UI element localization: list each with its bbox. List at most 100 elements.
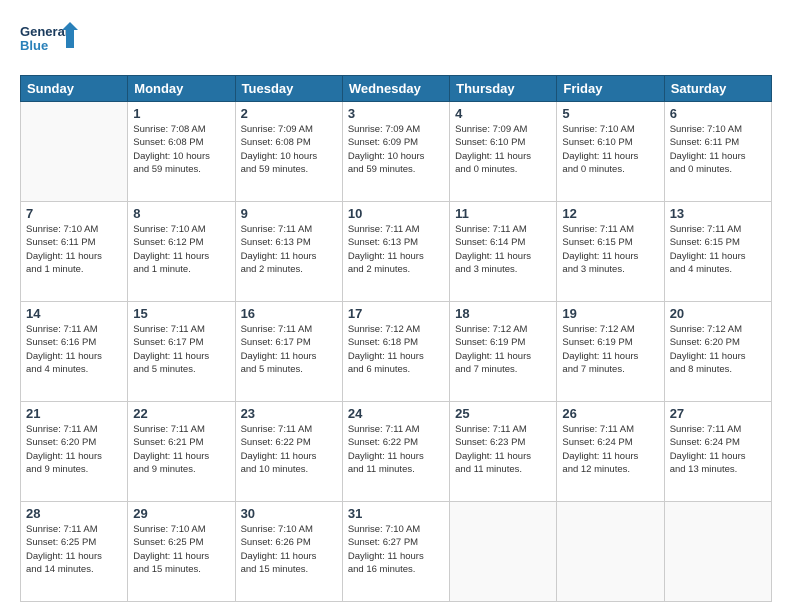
day-cell: 17 Sunrise: 7:12 AMSunset: 6:18 PMDayligh…: [342, 302, 449, 402]
day-info: Sunrise: 7:10 AMSunset: 6:25 PMDaylight:…: [133, 523, 229, 576]
day-info: Sunrise: 7:11 AMSunset: 6:15 PMDaylight:…: [562, 223, 658, 276]
day-number: 26: [562, 406, 658, 421]
day-number: 28: [26, 506, 122, 521]
day-number: 22: [133, 406, 229, 421]
svg-text:General: General: [20, 24, 68, 39]
day-number: 27: [670, 406, 766, 421]
day-info: Sunrise: 7:10 AMSunset: 6:11 PMDaylight:…: [26, 223, 122, 276]
day-cell: [664, 502, 771, 602]
day-number: 17: [348, 306, 444, 321]
day-cell: 3 Sunrise: 7:09 AMSunset: 6:09 PMDaylight…: [342, 102, 449, 202]
day-number: 11: [455, 206, 551, 221]
day-info: Sunrise: 7:12 AMSunset: 6:19 PMDaylight:…: [562, 323, 658, 376]
day-cell: 23 Sunrise: 7:11 AMSunset: 6:22 PMDayligh…: [235, 402, 342, 502]
week-row-5: 28 Sunrise: 7:11 AMSunset: 6:25 PMDayligh…: [21, 502, 772, 602]
day-cell: 18 Sunrise: 7:12 AMSunset: 6:19 PMDayligh…: [450, 302, 557, 402]
day-cell: [557, 502, 664, 602]
day-cell: 13 Sunrise: 7:11 AMSunset: 6:15 PMDayligh…: [664, 202, 771, 302]
day-cell: 30 Sunrise: 7:10 AMSunset: 6:26 PMDayligh…: [235, 502, 342, 602]
day-number: 25: [455, 406, 551, 421]
day-number: 6: [670, 106, 766, 121]
calendar-page: General Blue Sunday Monday Tuesday Wedne…: [0, 0, 792, 612]
day-info: Sunrise: 7:11 AMSunset: 6:16 PMDaylight:…: [26, 323, 122, 376]
day-cell: 10 Sunrise: 7:11 AMSunset: 6:13 PMDayligh…: [342, 202, 449, 302]
day-number: 23: [241, 406, 337, 421]
day-number: 20: [670, 306, 766, 321]
day-number: 4: [455, 106, 551, 121]
day-cell: 2 Sunrise: 7:09 AMSunset: 6:08 PMDaylight…: [235, 102, 342, 202]
week-row-2: 7 Sunrise: 7:10 AMSunset: 6:11 PMDaylight…: [21, 202, 772, 302]
day-info: Sunrise: 7:09 AMSunset: 6:10 PMDaylight:…: [455, 123, 551, 176]
day-info: Sunrise: 7:11 AMSunset: 6:13 PMDaylight:…: [348, 223, 444, 276]
day-info: Sunrise: 7:09 AMSunset: 6:08 PMDaylight:…: [241, 123, 337, 176]
header-tuesday: Tuesday: [235, 76, 342, 102]
day-number: 16: [241, 306, 337, 321]
day-info: Sunrise: 7:11 AMSunset: 6:20 PMDaylight:…: [26, 423, 122, 476]
header-sunday: Sunday: [21, 76, 128, 102]
day-info: Sunrise: 7:11 AMSunset: 6:15 PMDaylight:…: [670, 223, 766, 276]
day-number: 10: [348, 206, 444, 221]
day-info: Sunrise: 7:10 AMSunset: 6:12 PMDaylight:…: [133, 223, 229, 276]
day-info: Sunrise: 7:11 AMSunset: 6:22 PMDaylight:…: [241, 423, 337, 476]
day-info: Sunrise: 7:11 AMSunset: 6:25 PMDaylight:…: [26, 523, 122, 576]
day-cell: 31 Sunrise: 7:10 AMSunset: 6:27 PMDayligh…: [342, 502, 449, 602]
day-info: Sunrise: 7:10 AMSunset: 6:27 PMDaylight:…: [348, 523, 444, 576]
day-number: 5: [562, 106, 658, 121]
svg-text:Blue: Blue: [20, 38, 48, 53]
day-info: Sunrise: 7:09 AMSunset: 6:09 PMDaylight:…: [348, 123, 444, 176]
header-thursday: Thursday: [450, 76, 557, 102]
day-cell: 7 Sunrise: 7:10 AMSunset: 6:11 PMDaylight…: [21, 202, 128, 302]
day-cell: 8 Sunrise: 7:10 AMSunset: 6:12 PMDaylight…: [128, 202, 235, 302]
day-cell: [21, 102, 128, 202]
day-cell: 26 Sunrise: 7:11 AMSunset: 6:24 PMDayligh…: [557, 402, 664, 502]
day-number: 21: [26, 406, 122, 421]
day-number: 18: [455, 306, 551, 321]
day-cell: 9Sunrise: 7:11 AMSunset: 6:13 PMDaylight…: [235, 202, 342, 302]
day-info: Sunrise: 7:10 AMSunset: 6:11 PMDaylight:…: [670, 123, 766, 176]
day-cell: 15 Sunrise: 7:11 AMSunset: 6:17 PMDayligh…: [128, 302, 235, 402]
day-info: Sunrise: 7:11 AMSunset: 6:13 PMDaylight:…: [241, 223, 337, 276]
header: General Blue: [20, 20, 772, 65]
day-number: 3: [348, 106, 444, 121]
day-number: 24: [348, 406, 444, 421]
day-cell: 21 Sunrise: 7:11 AMSunset: 6:20 PMDayligh…: [21, 402, 128, 502]
day-cell: 24 Sunrise: 7:11 AMSunset: 6:22 PMDayligh…: [342, 402, 449, 502]
day-number: 14: [26, 306, 122, 321]
day-cell: [450, 502, 557, 602]
day-number: 13: [670, 206, 766, 221]
logo-svg: General Blue: [20, 20, 80, 65]
day-info: Sunrise: 7:11 AMSunset: 6:24 PMDaylight:…: [562, 423, 658, 476]
day-cell: 22 Sunrise: 7:11 AMSunset: 6:21 PMDayligh…: [128, 402, 235, 502]
day-number: 30: [241, 506, 337, 521]
day-cell: 25 Sunrise: 7:11 AMSunset: 6:23 PMDayligh…: [450, 402, 557, 502]
day-number: 1: [133, 106, 229, 121]
day-info: Sunrise: 7:10 AMSunset: 6:26 PMDaylight:…: [241, 523, 337, 576]
day-info: Sunrise: 7:10 AMSunset: 6:10 PMDaylight:…: [562, 123, 658, 176]
week-row-4: 21 Sunrise: 7:11 AMSunset: 6:20 PMDayligh…: [21, 402, 772, 502]
day-number: 7: [26, 206, 122, 221]
day-cell: 14 Sunrise: 7:11 AMSunset: 6:16 PMDayligh…: [21, 302, 128, 402]
day-cell: 20 Sunrise: 7:12 AMSunset: 6:20 PMDayligh…: [664, 302, 771, 402]
day-info: Sunrise: 7:12 AMSunset: 6:18 PMDaylight:…: [348, 323, 444, 376]
day-info: Sunrise: 7:12 AMSunset: 6:19 PMDaylight:…: [455, 323, 551, 376]
day-cell: 4 Sunrise: 7:09 AMSunset: 6:10 PMDaylight…: [450, 102, 557, 202]
day-number: 12: [562, 206, 658, 221]
day-info: Sunrise: 7:11 AMSunset: 6:22 PMDaylight:…: [348, 423, 444, 476]
day-cell: 16Sunrise: 7:11 AMSunset: 6:17 PMDayligh…: [235, 302, 342, 402]
day-cell: 1Sunrise: 7:08 AMSunset: 6:08 PMDaylight…: [128, 102, 235, 202]
week-row-1: 1Sunrise: 7:08 AMSunset: 6:08 PMDaylight…: [21, 102, 772, 202]
day-cell: 28 Sunrise: 7:11 AMSunset: 6:25 PMDayligh…: [21, 502, 128, 602]
day-number: 8: [133, 206, 229, 221]
day-number: 31: [348, 506, 444, 521]
header-wednesday: Wednesday: [342, 76, 449, 102]
header-monday: Monday: [128, 76, 235, 102]
day-number: 2: [241, 106, 337, 121]
header-friday: Friday: [557, 76, 664, 102]
day-info: Sunrise: 7:11 AMSunset: 6:23 PMDaylight:…: [455, 423, 551, 476]
day-info: Sunrise: 7:11 AMSunset: 6:21 PMDaylight:…: [133, 423, 229, 476]
header-saturday: Saturday: [664, 76, 771, 102]
day-info: Sunrise: 7:11 AMSunset: 6:17 PMDaylight:…: [133, 323, 229, 376]
day-number: 15: [133, 306, 229, 321]
day-info: Sunrise: 7:12 AMSunset: 6:20 PMDaylight:…: [670, 323, 766, 376]
day-cell: 12 Sunrise: 7:11 AMSunset: 6:15 PMDayligh…: [557, 202, 664, 302]
